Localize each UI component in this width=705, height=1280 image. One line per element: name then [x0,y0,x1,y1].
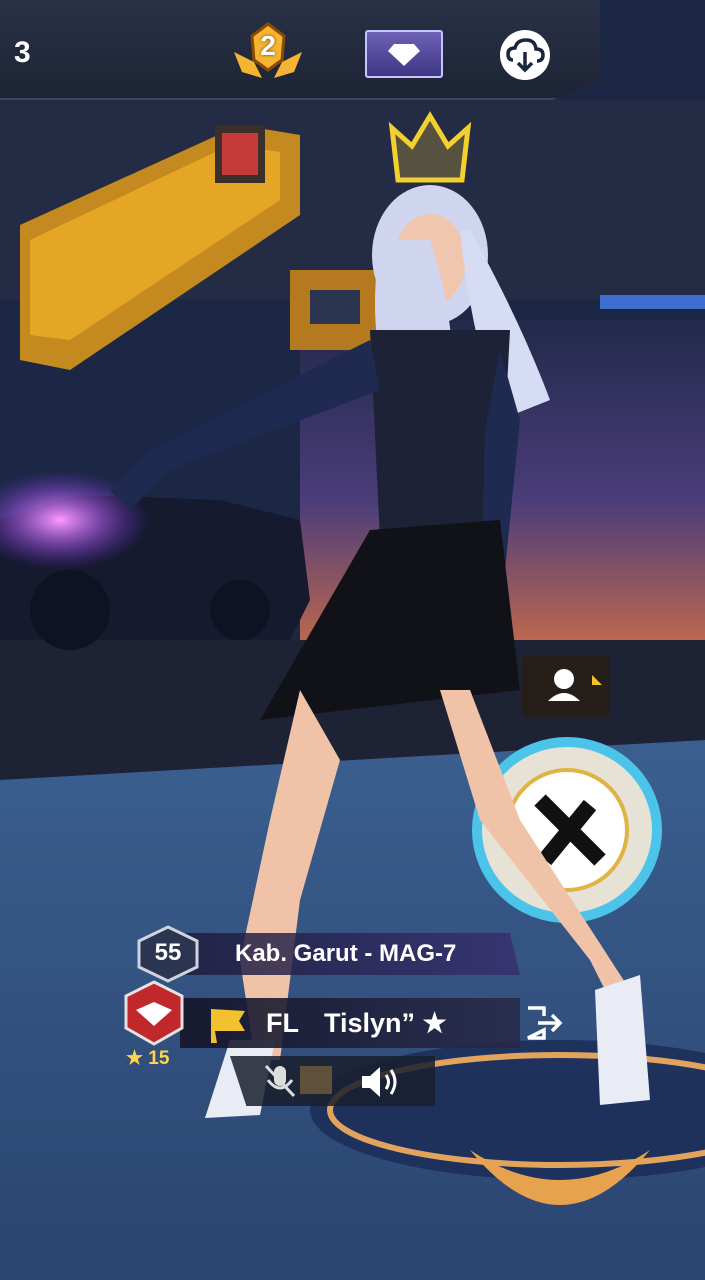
location-text: Kab. Garut - MAG-7 [235,940,457,967]
exit-button[interactable] [524,1004,566,1042]
location-plate: Kab. Garut - MAG-7 [185,933,520,975]
rank-emblem[interactable] [118,980,190,1046]
mic-button[interactable] [258,1060,302,1102]
game-lobby-scene: 3 2 Kab. Garut - MAG-7 55 ★ 15 FL Tislyn… [0,0,705,1280]
task-glyph [548,669,602,701]
speaker-button[interactable] [356,1062,402,1102]
cloud-download-icon [506,38,545,73]
rank-badge-number: 2 [260,30,276,61]
cloud-download-button[interactable] [500,30,550,80]
mic-volume-slider[interactable] [300,1066,332,1094]
speaker-icon [362,1067,397,1097]
diamond-button[interactable] [365,30,443,78]
level-badge: 55 [133,925,203,983]
mic-muted-icon [264,1064,296,1098]
crown-icon [388,111,472,183]
clan-tag: FL [266,1008,299,1038]
rank-badge[interactable]: 2 [232,22,304,84]
flag-icon [205,1005,251,1045]
player-name: Tislyn” ★ [324,1008,447,1038]
diamond-icon [388,44,420,66]
player-level: 55 [154,939,182,966]
exit-icon [527,1006,563,1040]
top-counter: 3 [14,36,31,69]
rank-emblem-icon [124,980,184,1046]
rank-stars: ★ 15 [126,1048,170,1069]
task-icon[interactable] [522,655,610,717]
